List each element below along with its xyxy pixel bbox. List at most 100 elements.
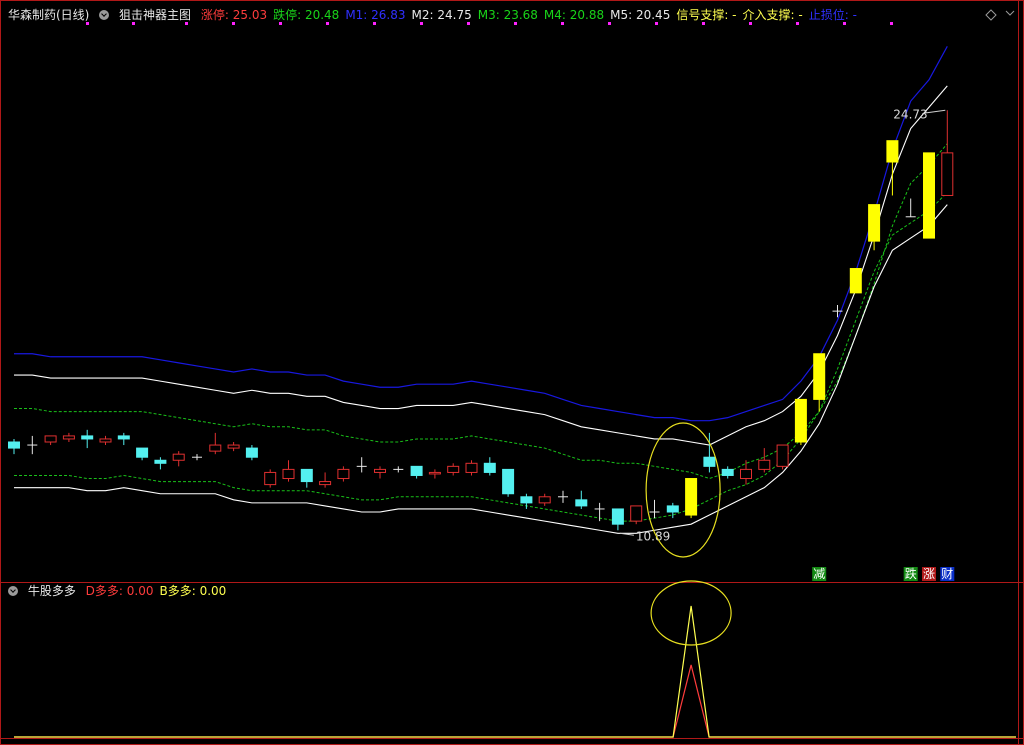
sub-indicator-values: D多多: 0.00 B多多: 0.00 bbox=[86, 584, 233, 598]
candle-body bbox=[721, 468, 734, 476]
chevron-down-icon[interactable] bbox=[99, 10, 110, 20]
candle-45 bbox=[832, 305, 843, 318]
stock-title: 华森制药(日线) bbox=[8, 8, 90, 22]
candle-body bbox=[813, 353, 826, 400]
signal-marker: 减 bbox=[812, 567, 827, 581]
candle-body bbox=[209, 444, 222, 452]
candle-5 bbox=[99, 435, 112, 446]
indicator-value-9: 止损位: - bbox=[808, 8, 857, 22]
indicator-value-8: 介入支撑: - bbox=[742, 8, 803, 22]
chevron-down-icon[interactable] bbox=[8, 586, 18, 596]
candle-44 bbox=[813, 353, 826, 412]
candle-50 bbox=[923, 152, 935, 239]
indicator-value-0: D多多: 0.00 bbox=[85, 584, 154, 598]
candle-body bbox=[703, 456, 716, 467]
candle-3 bbox=[62, 432, 75, 442]
candle-7 bbox=[136, 447, 149, 461]
candle-body bbox=[8, 441, 20, 449]
candle-25 bbox=[465, 460, 478, 476]
signal-ellipse-sub bbox=[650, 580, 732, 646]
candle-body bbox=[410, 465, 423, 476]
candle-40 bbox=[740, 460, 752, 485]
line-M4 bbox=[14, 192, 948, 522]
candle-51 bbox=[941, 110, 954, 196]
candle-body bbox=[300, 468, 313, 483]
candle-body bbox=[227, 444, 240, 449]
candle-body bbox=[575, 499, 588, 507]
candle-body bbox=[849, 268, 862, 294]
signal-marker: 跌 bbox=[903, 566, 918, 581]
candle-body bbox=[740, 468, 752, 480]
candle-20 bbox=[374, 466, 386, 479]
candle-6 bbox=[117, 432, 130, 446]
candle-body bbox=[520, 496, 533, 504]
indicator-value-1: 跌停: 20.48 bbox=[273, 8, 340, 22]
candle-21 bbox=[393, 466, 404, 473]
candle-8 bbox=[154, 457, 167, 470]
sub-indicator-chart bbox=[14, 580, 1016, 738]
candle-46 bbox=[849, 268, 862, 294]
signal-ellipse-main bbox=[645, 422, 721, 558]
signal-marker: 涨 bbox=[922, 566, 936, 581]
sub-chart-header: 牛股多多 D多多: 0.00 B多多: 0.00 bbox=[8, 582, 238, 600]
candle-body bbox=[264, 471, 277, 486]
candle-23 bbox=[428, 469, 441, 479]
candles bbox=[8, 110, 954, 531]
candle-body bbox=[337, 468, 350, 480]
candle-16 bbox=[300, 468, 313, 488]
candle-body bbox=[666, 505, 679, 513]
main-indicator-name[interactable]: 狙击神器主图 bbox=[119, 8, 191, 22]
candle-43 bbox=[794, 398, 807, 446]
line-M5 bbox=[14, 204, 948, 534]
candle-14 bbox=[264, 469, 277, 488]
band-lines bbox=[14, 46, 948, 534]
candle-34 bbox=[630, 505, 643, 525]
chevron-down-icon bbox=[1005, 10, 1015, 16]
candle-47 bbox=[868, 204, 881, 251]
candle-30 bbox=[558, 490, 568, 503]
main-chart-header: 华森制药(日线) 狙击神器主图 涨停: 25.03 跌停: 20.48 M1: 26… bbox=[8, 6, 869, 24]
candle-41 bbox=[758, 448, 771, 473]
candle-body bbox=[154, 459, 167, 464]
indicator-value-3: M2: 24.75 bbox=[411, 8, 472, 22]
sub-indicator-name[interactable]: 牛股多多 bbox=[28, 584, 76, 598]
sub-series-1 bbox=[14, 605, 1016, 738]
candle-body bbox=[794, 398, 807, 443]
signal-marker: 财 bbox=[940, 567, 955, 581]
indicator-value-2: M1: 26.83 bbox=[345, 8, 406, 22]
sub-series-0 bbox=[14, 664, 1016, 738]
candle-27 bbox=[502, 468, 515, 497]
candle-body bbox=[941, 152, 954, 196]
candle-33 bbox=[611, 508, 624, 531]
candle-body bbox=[44, 435, 57, 443]
candle-4 bbox=[81, 429, 94, 449]
candle-19 bbox=[356, 457, 367, 473]
candle-body bbox=[447, 465, 460, 473]
candle-32 bbox=[594, 502, 605, 522]
candle-17 bbox=[319, 472, 332, 488]
kline-chart[interactable]: 24.73 10.89 减 跌涨财 bbox=[0, 0, 1024, 745]
signal-marker-label: 跌 bbox=[905, 566, 917, 581]
candle-body bbox=[136, 447, 149, 458]
candle-12 bbox=[227, 442, 240, 452]
candle-37 bbox=[685, 478, 698, 519]
candle-body bbox=[465, 462, 478, 473]
indicator-value-7: 信号支撑: - bbox=[676, 8, 737, 22]
line-M3 bbox=[14, 143, 948, 480]
candle-26 bbox=[483, 457, 496, 476]
candle-0 bbox=[8, 438, 20, 455]
candle-body bbox=[538, 496, 551, 504]
candle-body bbox=[685, 478, 698, 516]
indicator-value-6: M5: 20.45 bbox=[610, 8, 671, 22]
line-M2 bbox=[14, 85, 948, 446]
low-price-label: 10.89 bbox=[636, 529, 670, 543]
candle-body bbox=[319, 481, 332, 486]
candle-31 bbox=[575, 490, 588, 509]
candle-body bbox=[374, 468, 386, 473]
candle-11 bbox=[209, 432, 222, 455]
candle-body bbox=[483, 462, 496, 473]
candle-body bbox=[117, 435, 130, 440]
candle-body bbox=[245, 447, 258, 458]
high-price-label: 24.73 bbox=[893, 107, 927, 121]
signal-marker-label: 涨 bbox=[923, 566, 935, 581]
